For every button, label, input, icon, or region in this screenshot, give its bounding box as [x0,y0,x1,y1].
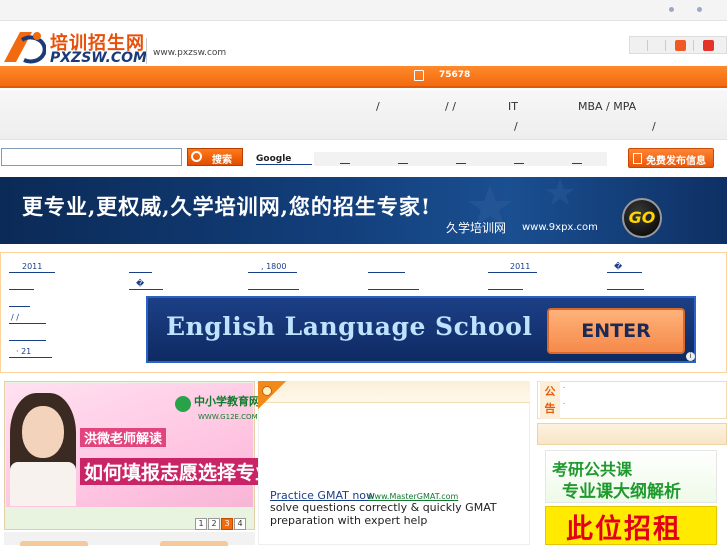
page-button-2[interactable]: 2 [208,518,220,530]
category-separator: / [652,120,656,133]
english-ad-title: English Language School [166,312,533,341]
notice-item[interactable]: · [563,384,565,392]
grid-link[interactable]: / / [9,313,46,324]
teacher-face [22,406,64,458]
utility-dot-icon[interactable] [669,7,674,12]
document-icon [633,153,642,164]
banner-url: www.9xpx.com [522,222,598,233]
search-icon [191,151,202,162]
publish-button-label: 免费发布信息 [646,156,706,167]
teacher-body [10,462,76,506]
logo-en[interactable]: PXZSW.COM [50,50,147,66]
flower-icon [262,386,272,396]
grid-link[interactable] [9,296,30,307]
phone-icon [414,70,424,81]
slideshow-caption-2: 如何填报志愿选择专业 [80,458,279,485]
logo-divider [146,38,147,64]
grid-link[interactable]: 2011 [488,262,537,273]
grid-link[interactable] [9,279,34,290]
enter-button[interactable]: ENTER [547,308,685,354]
page-button-3[interactable]: 3 [221,518,233,530]
corner-ribbon [258,381,286,409]
ad-info-icon[interactable]: i [686,352,695,361]
main-nav-bar [0,66,727,88]
g12e-logo-icon [175,396,191,412]
grid-link[interactable] [129,262,152,273]
slideshow-logo: 中小学教育网 [194,395,260,408]
category-separator: / [514,120,518,133]
gmat-ad-header [258,381,530,403]
search-option-link[interactable] [572,163,582,164]
search-option-link[interactable] [456,163,466,164]
grid-link[interactable]: , 1800 [248,262,297,273]
tab-fragment[interactable] [160,541,228,546]
user-icon[interactable] [675,40,686,51]
banner-slogan: 更专业,更权威,久学培训网,您的招生专家! [22,194,432,219]
utility-dot-icon[interactable] [697,7,702,12]
slideshow-caption-1: 洪微老师解读 [80,428,167,447]
category-link-mba[interactable]: MBA / MPA [578,100,636,113]
search-input[interactable] [1,148,182,166]
slideshow-logo-url: WWW.G12E.COM [198,413,258,421]
divider [665,40,666,51]
grid-link[interactable]: � [129,279,163,290]
search-button-label: 搜索 [212,155,232,166]
grid-link[interactable] [9,330,46,341]
notice-item[interactable]: · [563,400,565,408]
search-option-link[interactable] [398,163,408,164]
user-box [629,36,727,54]
google-underline [256,164,312,165]
search-option-link[interactable] [514,163,524,164]
category-separator: / [376,100,380,113]
grid-link[interactable]: � [607,262,642,273]
google-search-option[interactable]: Google [256,154,291,164]
site-url: www.pxzsw.com [153,48,227,58]
grid-link[interactable] [368,279,419,290]
go-button[interactable]: GO [622,198,662,238]
category-area [0,90,727,140]
weibo-icon[interactable] [703,40,714,51]
rent-ad-text: 此位招租 [566,514,682,545]
banner-brand: 久学培训网 [446,221,507,235]
kaoyan-ad-line-2: 专业课大纲解析 [562,482,681,502]
gmat-ad-description: solve questions correctly & quickly GMAT… [270,501,497,527]
grid-link[interactable]: 2011 [9,262,55,273]
grid-link[interactable] [248,279,299,290]
page-button-1[interactable]: 1 [195,518,207,530]
slideshow-pager: 1234 [195,518,247,530]
search-option-link[interactable] [340,163,350,164]
notice-box [537,381,727,419]
grid-link[interactable] [607,279,644,290]
tab-fragment[interactable] [20,541,88,546]
category-separator: / / [445,100,456,113]
publish-free-info-button[interactable]: 免费发布信息 [628,148,714,168]
top-utility-bar [0,0,727,21]
logo-icon[interactable] [2,28,46,64]
divider [693,40,694,51]
search-button[interactable]: 搜索 [187,148,243,166]
page-button-4[interactable]: 4 [234,518,246,530]
category-link-it[interactable]: IT [508,100,518,113]
gmat-ad-url[interactable]: www.MasterGMAT.com [368,492,458,501]
right-section-header [537,423,727,445]
divider [647,40,648,51]
grid-link[interactable] [368,262,405,273]
grid-link[interactable]: · 21 [9,347,52,358]
grid-link[interactable] [488,279,523,290]
notice-label: 公告 [540,381,560,419]
hotline-number: 75678 [439,70,471,80]
